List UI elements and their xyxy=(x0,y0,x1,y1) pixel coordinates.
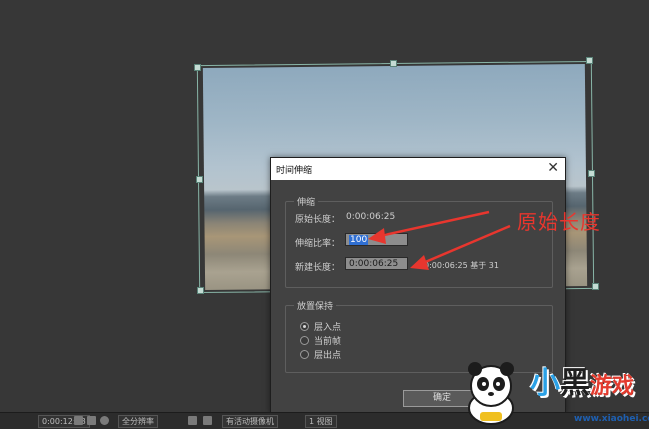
person-icon[interactable] xyxy=(87,416,96,425)
color-wheel-icon[interactable] xyxy=(100,416,109,425)
site-watermark: 小黑游戏 www.xiaohei.com xyxy=(452,352,649,428)
mask-icon[interactable] xyxy=(203,416,212,425)
arrow-to-new-duration xyxy=(422,224,511,265)
annotation-original-duration: 原始长度 xyxy=(517,210,601,234)
watermark-char-3: 游戏 xyxy=(590,374,635,399)
grid-icon[interactable] xyxy=(188,416,197,425)
camera-icon[interactable] xyxy=(74,416,83,425)
views-dropdown[interactable]: 1 视图 xyxy=(305,415,337,428)
watermark-url: www.xiaohei.com xyxy=(574,414,649,424)
arrow-head-1 xyxy=(368,228,386,244)
watermark-char-2: 黑 xyxy=(560,366,590,401)
arrow-to-stretch-factor xyxy=(379,210,490,238)
camera-dropdown[interactable]: 有活动摄像机 xyxy=(222,415,278,428)
arrow-head-2 xyxy=(410,255,429,270)
watermark-char-1: 小 xyxy=(530,366,560,401)
watermark-brand: 小黑游戏 xyxy=(530,358,634,402)
resolution-dropdown[interactable]: 全分辨率 xyxy=(118,415,158,428)
panda-logo-icon xyxy=(468,362,514,425)
